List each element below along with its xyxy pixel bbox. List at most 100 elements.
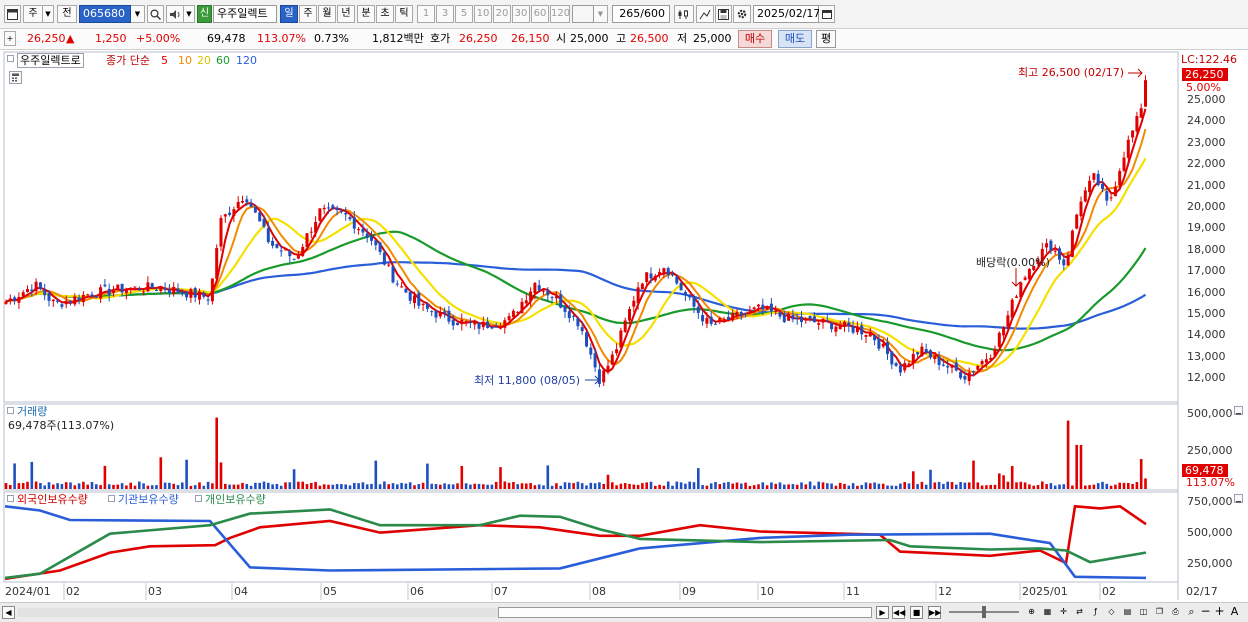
volume-bar bbox=[116, 484, 120, 489]
candle-body bbox=[99, 287, 103, 299]
volume-bar bbox=[26, 481, 29, 489]
overlay-icon[interactable]: ◫ bbox=[1137, 606, 1150, 619]
candle-body bbox=[907, 363, 911, 366]
copy-icon[interactable]: ❐ bbox=[1153, 606, 1166, 619]
volume-bar bbox=[783, 484, 786, 489]
layout-icon[interactable]: ▤ bbox=[1121, 606, 1134, 619]
holdings-panel-menu-icon[interactable] bbox=[7, 495, 14, 502]
search-icon[interactable]: ⌕ bbox=[1185, 606, 1198, 619]
legend-stock-name[interactable]: 우주일렉트로 bbox=[17, 53, 84, 68]
candle-body bbox=[593, 353, 597, 368]
candle-body bbox=[597, 369, 601, 384]
scroll-track[interactable] bbox=[18, 608, 498, 617]
legend-individual-holdings[interactable]: 개인보유수량 bbox=[205, 493, 266, 506]
legend-institution-holdings[interactable]: 기관보유수량 bbox=[118, 493, 179, 506]
compare-icon[interactable]: ⇄ bbox=[1073, 606, 1086, 619]
candle-body bbox=[967, 372, 971, 381]
candle-body bbox=[1144, 80, 1147, 107]
volume-bar bbox=[972, 460, 975, 489]
candle-body bbox=[855, 327, 859, 333]
volume-bar bbox=[224, 483, 227, 489]
volume-bar bbox=[43, 485, 46, 489]
candle-body bbox=[348, 217, 352, 220]
candle-body bbox=[421, 303, 425, 306]
volume-bar bbox=[1109, 485, 1113, 489]
volume-bar bbox=[249, 485, 253, 489]
candle-body bbox=[1139, 108, 1143, 118]
volume-bar bbox=[899, 483, 902, 489]
volume-bar bbox=[886, 485, 889, 489]
candle-body bbox=[116, 284, 120, 289]
candle-body bbox=[946, 365, 950, 368]
candle-body bbox=[701, 315, 705, 322]
volume-bar bbox=[1118, 482, 1121, 489]
holdings-panel-frame bbox=[3, 491, 1179, 583]
legend-ma20[interactable]: 20 bbox=[197, 54, 211, 67]
volume-bar bbox=[791, 484, 795, 489]
zoom-slider-handle[interactable] bbox=[982, 606, 986, 618]
volume-bar bbox=[632, 484, 636, 489]
candle-body bbox=[903, 363, 907, 371]
print-icon[interactable]: ⎙ bbox=[1169, 606, 1182, 619]
candle-body bbox=[980, 361, 984, 365]
legend-ma5[interactable]: 5 bbox=[161, 54, 168, 67]
candle-body bbox=[137, 288, 141, 291]
volume-bar bbox=[813, 485, 816, 489]
volume-bar bbox=[185, 459, 188, 489]
rewind-icon[interactable]: ◀◀ bbox=[892, 606, 905, 619]
fast-forward-icon[interactable]: ▶▶ bbox=[928, 606, 941, 619]
volume-bar bbox=[138, 481, 141, 489]
volume-bar bbox=[99, 485, 102, 489]
calculator-icon[interactable] bbox=[9, 71, 22, 84]
volume-bar bbox=[1127, 482, 1130, 489]
volume-bar bbox=[1084, 485, 1087, 489]
volume-bar bbox=[206, 481, 210, 489]
candle-body bbox=[937, 356, 941, 366]
pattern-icon[interactable]: ◇ bbox=[1105, 606, 1118, 619]
volume-bar bbox=[305, 484, 309, 489]
candle-body bbox=[1045, 243, 1049, 248]
close-icon[interactable] bbox=[1234, 406, 1243, 415]
volume-bar bbox=[563, 482, 567, 489]
zoom-in-icon[interactable]: + bbox=[1213, 605, 1226, 619]
candle-body bbox=[77, 297, 81, 301]
chart-type-icon[interactable]: ▦ bbox=[1041, 606, 1054, 619]
candle-body bbox=[413, 295, 416, 304]
font-size-icon[interactable]: A bbox=[1228, 606, 1241, 619]
volume-bar bbox=[1131, 484, 1134, 489]
crosshair-icon[interactable]: ✛ bbox=[1057, 606, 1070, 619]
zoom-icon[interactable]: ⊕ bbox=[1025, 606, 1038, 619]
close-icon[interactable] bbox=[1234, 494, 1243, 503]
legend-ma10[interactable]: 10 bbox=[178, 54, 192, 67]
zoom-out-icon[interactable]: − bbox=[1199, 605, 1212, 619]
volume-bar bbox=[692, 482, 696, 489]
candle-body bbox=[997, 332, 1001, 347]
volume-bar bbox=[292, 469, 296, 489]
volume-panel-menu-icon[interactable] bbox=[7, 407, 14, 414]
legend-foreign-holdings[interactable]: 외국인보유수량 bbox=[17, 493, 88, 506]
candle-body bbox=[1135, 115, 1139, 132]
volume-bar bbox=[520, 483, 524, 489]
scroll-bar[interactable]: ◀ ▶ ◀◀ ■ ▶▶ ⊕ ▦ ✛ ⇄ ƒ ◇ ▤ ◫ ❐ ⎙ ⌕ − + A bbox=[0, 602, 1248, 622]
scroll-thumb[interactable] bbox=[498, 607, 872, 618]
candle-body bbox=[13, 297, 17, 301]
candle-body bbox=[228, 212, 232, 216]
stop-icon[interactable]: ■ bbox=[910, 606, 923, 619]
candle-body bbox=[1070, 230, 1074, 257]
price-ytick: 19,000 bbox=[1187, 221, 1226, 235]
candle-body bbox=[473, 320, 477, 325]
legend-ma60[interactable]: 60 bbox=[216, 54, 230, 67]
legend-ma120[interactable]: 120 bbox=[236, 54, 257, 67]
legend-ma-label[interactable]: 종가 단순 bbox=[106, 54, 150, 67]
candle-body bbox=[868, 332, 872, 337]
indicator-icon[interactable]: ƒ bbox=[1089, 606, 1102, 619]
volume-title[interactable]: 거래량 bbox=[17, 405, 47, 418]
chart-canvas[interactable] bbox=[0, 0, 1248, 602]
scroll-left-icon[interactable]: ◀ bbox=[2, 606, 15, 619]
candle-body bbox=[507, 316, 511, 320]
scroll-right-icon[interactable]: ▶ bbox=[876, 606, 889, 619]
panel-menu-icon[interactable] bbox=[7, 55, 14, 62]
volume-bar bbox=[103, 465, 107, 489]
candle-body bbox=[843, 321, 846, 326]
candle-body bbox=[812, 316, 816, 323]
